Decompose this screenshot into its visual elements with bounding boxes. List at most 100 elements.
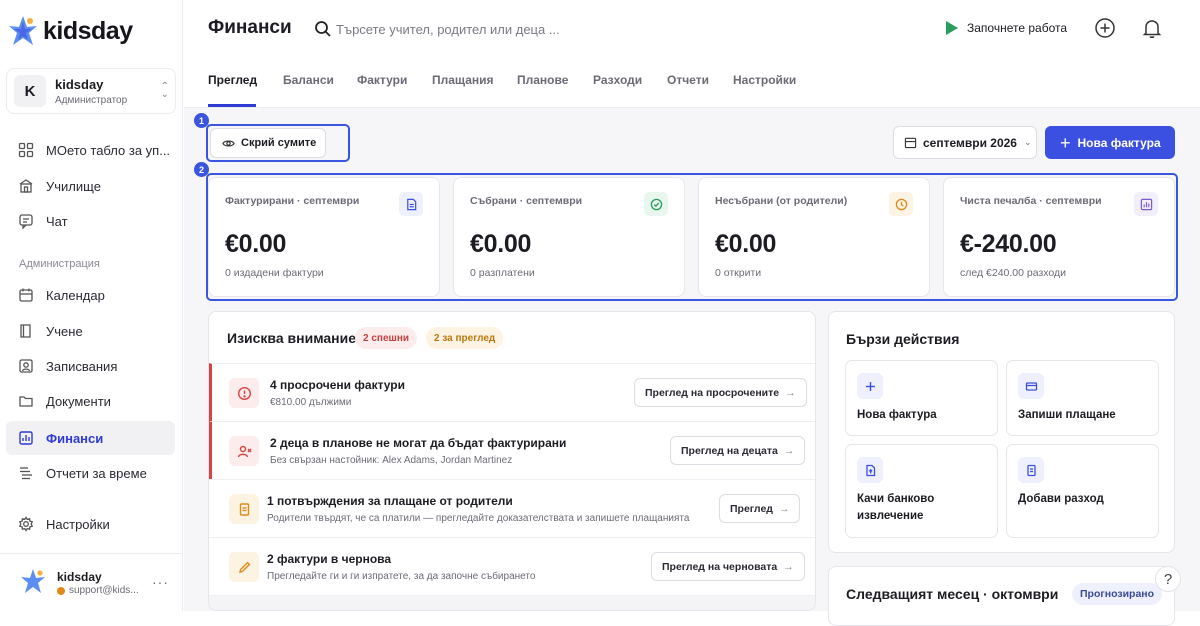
brand-name: kidsday: [43, 16, 133, 45]
tab-overview[interactable]: Преглед: [208, 73, 257, 87]
row-subtitle: €810.00 дължими: [270, 397, 352, 408]
arrow-right-icon: →: [778, 502, 790, 515]
active-tab-indicator: [208, 104, 256, 107]
sidebar-item-label: Календар: [46, 287, 105, 303]
sidebar-item-documents[interactable]: Документи: [6, 384, 175, 418]
sidebar-item-label: Учене: [46, 323, 83, 339]
add-circle-icon[interactable]: [1094, 17, 1116, 39]
sidebar-item-chat[interactable]: Чат: [6, 204, 175, 238]
tab-settings[interactable]: Настройки: [733, 73, 796, 87]
next-month-title: Следващият месец · октомври: [846, 586, 1059, 602]
row-title: 4 просрочени фактури: [270, 378, 405, 392]
attention-panel: Изисква внимание 2 спешни 2 за преглед 4…: [208, 311, 816, 611]
sidebar-item-label: Настройки: [46, 516, 110, 532]
sidebar-item-finance[interactable]: Финанси: [6, 421, 175, 455]
row-title: 2 деца в планове не могат да бъдат факту…: [270, 436, 567, 450]
stat-card-uncollected: Несъбрани (от родители) €0.00 0 открити: [698, 177, 930, 297]
tab-payments[interactable]: Плащания: [432, 73, 494, 87]
sidebar-item-settings[interactable]: Настройки: [6, 507, 175, 541]
tab-invoices[interactable]: Фактури: [357, 73, 407, 87]
tab-plans[interactable]: Планове: [517, 73, 568, 87]
quick-actions-title: Бързи действия: [846, 331, 960, 347]
quick-action-new-invoice[interactable]: Нова фактура: [845, 360, 998, 436]
avatar: [21, 569, 45, 593]
stat-card-invoiced: Фактурирани · септември €0.00 0 издадени…: [208, 177, 440, 297]
quick-action-add-expense[interactable]: Добави разход: [1006, 444, 1159, 538]
sidebar-item-school[interactable]: Училище: [6, 169, 175, 203]
plus-icon: [857, 373, 883, 399]
brand-logo[interactable]: kidsday: [8, 14, 133, 48]
org-avatar: K: [14, 75, 46, 107]
sidebar-item-calendar[interactable]: Календар: [6, 278, 175, 312]
tab-reports[interactable]: Отчети: [667, 73, 709, 87]
grid-icon: [18, 142, 34, 158]
sidebar-item-label: Отчети за време: [46, 465, 147, 481]
new-invoice-label: Нова фактура: [1077, 135, 1161, 150]
quick-action-record-payment[interactable]: Запиши плащане: [1006, 360, 1159, 436]
start-work-label: Започнете работа: [967, 21, 1068, 35]
play-flag-icon: [946, 21, 958, 35]
gear-icon: [18, 516, 34, 532]
search-icon: [315, 21, 331, 37]
annotation-marker-2: 2: [194, 162, 209, 177]
view-confirmations-button[interactable]: Преглед →: [719, 494, 801, 523]
button-label: Преглед: [730, 502, 773, 515]
stat-value: €0.00: [715, 230, 777, 258]
row-subtitle: Прегледайте ги и ги изпратете, за да зап…: [267, 571, 536, 582]
org-role: Администратор: [55, 94, 128, 106]
sidebar-item-label: МОето табло за уп...: [46, 142, 171, 158]
sidebar-item-label: Училище: [46, 178, 101, 194]
stat-label: Чиста печалба · септември: [960, 195, 1102, 207]
stat-subtext: 0 издадени фактури: [225, 267, 324, 279]
kidsday-logo-icon: [9, 16, 37, 45]
stat-label: Несъбрани (от родители): [715, 195, 848, 207]
view-drafts-button[interactable]: Преглед на черновата →: [651, 552, 805, 581]
attention-row-drafts: 2 фактури в чернова Прегледайте ги и ги …: [209, 537, 815, 595]
month-label: септември 2026: [923, 135, 1017, 150]
user-profile[interactable]: kidsday support@kids... ···: [0, 553, 183, 611]
sidebar-item-label: Документи: [46, 393, 111, 409]
attention-row-more: [209, 595, 815, 610]
org-switcher[interactable]: K kidsday Администратор ⌃ ⌄: [6, 68, 176, 114]
sidebar-item-learning[interactable]: Учене: [6, 314, 175, 348]
school-icon: [19, 179, 33, 193]
sidebar-item-label: Финанси: [46, 430, 104, 446]
quick-action-label: Запиши плащане: [1018, 409, 1116, 421]
top-header: Финанси Започнете работа: [184, 0, 1200, 58]
clock-alert-icon: [889, 192, 913, 216]
urgent-badge: 2 спешни: [355, 327, 418, 349]
attention-row-confirmations: 1 потвърждения за плащане от родители Ро…: [209, 479, 815, 537]
receipt-icon: [229, 494, 259, 524]
attention-row-unbillable: 2 деца в планове не могат да бъдат факту…: [209, 421, 815, 479]
chevron-down-icon: ⌄: [1023, 137, 1032, 147]
more-options-icon[interactable]: ···: [152, 574, 169, 590]
page-title: Финанси: [208, 17, 292, 38]
new-invoice-button[interactable]: + Нова фактура: [1045, 126, 1175, 159]
sidebar-item-time-reports[interactable]: Отчети за време: [6, 456, 175, 490]
help-button[interactable]: ?: [1155, 566, 1181, 592]
sidebar-item-dashboard[interactable]: МОето табло за уп...: [6, 133, 175, 167]
attention-row-overdue: 4 просрочени фактури €810.00 дължими Пре…: [209, 363, 815, 421]
search-input[interactable]: [336, 15, 656, 43]
month-selector[interactable]: септември 2026 ⌄: [893, 126, 1037, 159]
arrow-right-icon: →: [783, 444, 795, 457]
timesheet-icon: [20, 467, 32, 480]
row-subtitle: Без свързан настойник: Alex Adams, Jorda…: [270, 455, 513, 466]
view-overdue-button[interactable]: Преглед на просрочените →: [634, 378, 807, 407]
quick-action-upload-statement[interactable]: Качи банково извлечение: [845, 444, 998, 538]
row-subtitle: Родители твърдят, че са платили — прегле…: [267, 513, 690, 524]
tab-expenses[interactable]: Разходи: [593, 73, 642, 87]
arrow-right-icon: →: [783, 560, 794, 573]
view-children-button[interactable]: Преглед на децата →: [670, 436, 806, 465]
quick-actions-panel: Бързи действия Нова фактура Запиши плаща…: [828, 311, 1175, 553]
sidebar-item-enrollments[interactable]: Записвания: [6, 349, 175, 383]
bell-icon[interactable]: [1141, 17, 1163, 39]
user-email-text: support@kids...: [69, 585, 139, 596]
folder-icon: [19, 396, 33, 407]
tab-balances[interactable]: Баланси: [283, 73, 334, 87]
annotation-box-1: [206, 124, 350, 162]
row-title: 2 фактури в чернова: [267, 552, 392, 566]
sidebar-item-label: Чат: [46, 213, 68, 229]
start-work-button[interactable]: Започнете работа: [944, 16, 1067, 40]
user-x-icon: [229, 436, 259, 466]
